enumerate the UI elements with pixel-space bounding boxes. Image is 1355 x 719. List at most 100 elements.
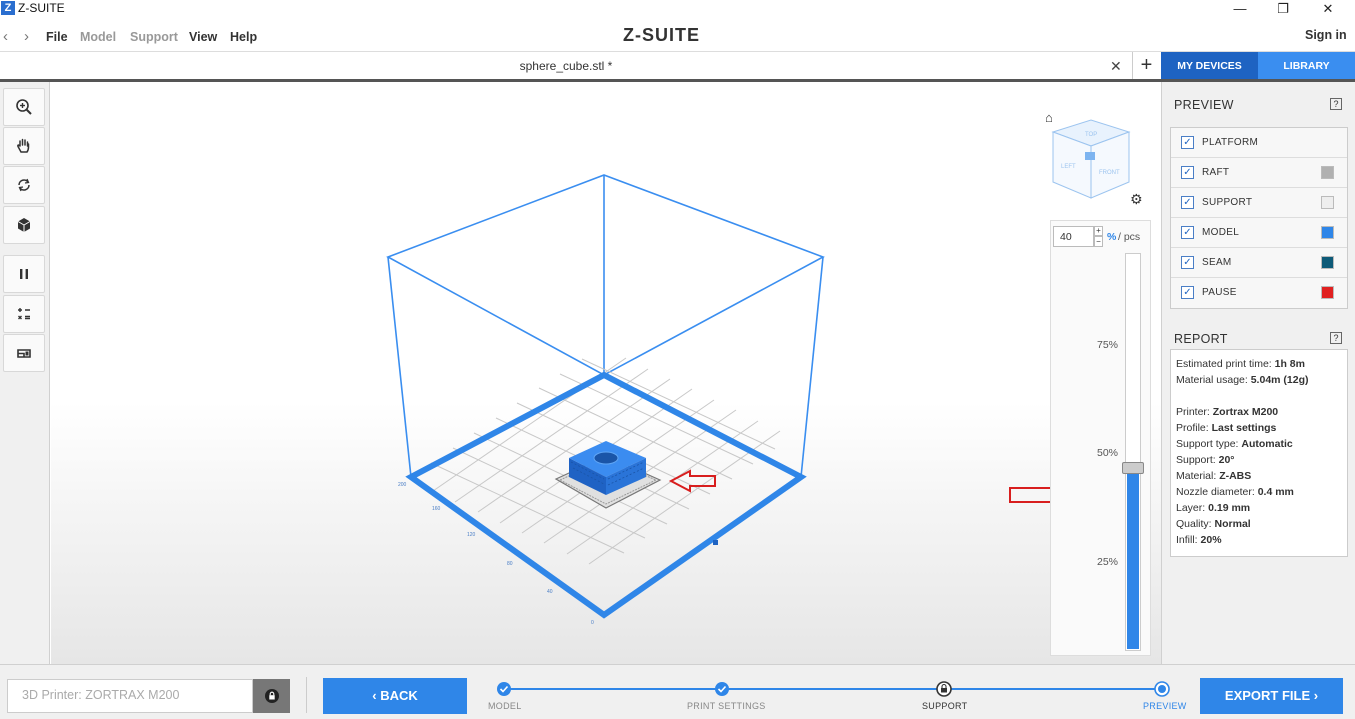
- calculator-tool[interactable]: [3, 295, 45, 333]
- layer-slider-handle[interactable]: [1122, 462, 1144, 474]
- report-box: Estimated print time: 1h 8m Material usa…: [1170, 349, 1348, 557]
- pan-hand-icon: [17, 138, 30, 153]
- preview-item-platform[interactable]: ✓ PLATFORM: [1171, 128, 1347, 158]
- maximize-button[interactable]: ❐: [1263, 0, 1303, 19]
- navigation-cube[interactable]: TOP LEFT FRONT: [1047, 116, 1135, 202]
- report-line: Layer: 0.19 mm: [1176, 502, 1251, 514]
- pause-tool[interactable]: [3, 255, 45, 293]
- report-line: Support type: Automatic: [1176, 438, 1293, 450]
- settings-gear-icon[interactable]: ⚙: [1130, 191, 1143, 208]
- pan-tool[interactable]: [3, 127, 45, 165]
- step-model-icon[interactable]: [497, 682, 511, 696]
- platform-marker: [713, 540, 718, 545]
- view-tool[interactable]: [3, 206, 45, 244]
- unit-pcs-toggle[interactable]: / pcs: [1118, 231, 1140, 243]
- checkbox-raft[interactable]: ✓: [1181, 166, 1194, 179]
- brand-logo: Z-SUITE: [623, 25, 700, 45]
- unit-percent-toggle[interactable]: %: [1107, 231, 1116, 243]
- app-logo: Z: [1, 1, 15, 15]
- menu-help[interactable]: Help: [230, 30, 257, 44]
- library-button[interactable]: LIBRARY: [1258, 52, 1355, 79]
- rotate-icon: [18, 178, 30, 192]
- axis-label: 40: [547, 589, 553, 595]
- cube-face-top: TOP: [1085, 132, 1097, 138]
- step-print-settings-icon[interactable]: [715, 682, 729, 696]
- report-line: Infill: 20%: [1176, 534, 1222, 546]
- divider: [306, 677, 307, 713]
- report-line: Estimated print time: 1h 8m: [1176, 358, 1305, 370]
- report-title: REPORT: [1174, 332, 1228, 346]
- step-label-support[interactable]: SUPPORT: [922, 701, 967, 711]
- menu-view[interactable]: View: [189, 30, 217, 44]
- back-arrow-icon[interactable]: ‹: [3, 28, 8, 45]
- checkbox-pause[interactable]: ✓: [1181, 286, 1194, 299]
- layer-slider-track[interactable]: [1122, 253, 1144, 651]
- my-devices-button[interactable]: MY DEVICES: [1161, 52, 1258, 79]
- pause-icon: [20, 269, 28, 279]
- export-label: EXPORT FILE: [1224, 688, 1311, 703]
- support-color-swatch[interactable]: [1321, 196, 1334, 209]
- seam-color-swatch[interactable]: [1321, 256, 1334, 269]
- close-window-button[interactable]: ✕: [1308, 0, 1348, 19]
- pause-color-swatch[interactable]: [1321, 286, 1334, 299]
- step-label-print-settings[interactable]: PRINT SETTINGS: [687, 701, 766, 711]
- increment-button[interactable]: +: [1094, 226, 1103, 236]
- menu-file[interactable]: File: [46, 30, 68, 44]
- printer-select-field[interactable]: 3D Printer: ZORTRAX M200: [7, 679, 253, 713]
- preview-item-label: PAUSE: [1202, 287, 1237, 298]
- decrement-button[interactable]: −: [1094, 236, 1103, 247]
- tab-bar: sphere_cube.stl * ✕ + MY DEVICES LIBRARY: [0, 52, 1355, 82]
- checkbox-model[interactable]: ✓: [1181, 226, 1194, 239]
- report-help-icon[interactable]: ?: [1330, 332, 1342, 344]
- report-line: Profile: Last settings: [1176, 422, 1277, 434]
- back-button[interactable]: ‹ BACK: [323, 678, 467, 714]
- step-preview-current-icon[interactable]: [1154, 681, 1170, 697]
- add-tab-button[interactable]: +: [1132, 52, 1160, 79]
- lock-button[interactable]: [253, 679, 290, 713]
- 3d-viewport[interactable]: 200 160 120 80 40 0 ⌂ TOP LEFT FRONT ⚙ 4…: [51, 82, 1161, 664]
- zoom-tool[interactable]: [3, 88, 45, 126]
- checkbox-support[interactable]: ✓: [1181, 196, 1194, 209]
- menu-bar: ‹ › File Model Support View Help Z-SUITE…: [0, 22, 1355, 52]
- menu-model[interactable]: Model: [80, 30, 116, 44]
- cube-face-left: LEFT: [1061, 164, 1076, 170]
- step-label-model[interactable]: MODEL: [488, 701, 522, 711]
- preview-list: ✓ PLATFORM ✓ RAFT ✓ SUPPORT ✓ MODEL ✓ SE…: [1170, 127, 1348, 309]
- slider-tick-75: 75%: [1097, 339, 1119, 351]
- raft-color-swatch[interactable]: [1321, 166, 1334, 179]
- slider-tick-25: 25%: [1097, 556, 1119, 568]
- preview-help-icon[interactable]: ?: [1330, 98, 1342, 110]
- forward-arrow-icon[interactable]: ›: [24, 28, 29, 45]
- right-panel: PREVIEW ? ✓ PLATFORM ✓ RAFT ✓ SUPPORT ✓ …: [1161, 82, 1355, 664]
- preview-item-model[interactable]: ✓ MODEL: [1171, 218, 1347, 248]
- report-line: Material: Z-ABS: [1176, 470, 1252, 482]
- checkbox-seam[interactable]: ✓: [1181, 256, 1194, 269]
- export-file-button[interactable]: EXPORT FILE ›: [1200, 678, 1343, 714]
- rotate-tool[interactable]: [3, 166, 45, 204]
- axis-label: 160: [432, 506, 441, 512]
- layer-value-input[interactable]: 40: [1053, 226, 1094, 247]
- preview-item-label: PLATFORM: [1202, 137, 1259, 148]
- signin-link[interactable]: Sign in: [1305, 28, 1347, 42]
- tab-close-icon[interactable]: ✕: [1110, 52, 1122, 80]
- model-color-swatch[interactable]: [1321, 226, 1334, 239]
- menu-support[interactable]: Support: [130, 30, 178, 44]
- axis-label: 0: [591, 620, 594, 626]
- cube-face-front: FRONT: [1099, 170, 1120, 176]
- minimize-button[interactable]: —: [1220, 0, 1260, 19]
- back-label: BACK: [380, 688, 418, 703]
- step-support-lock-icon[interactable]: [936, 681, 952, 697]
- preview-item-seam[interactable]: ✓ SEAM: [1171, 248, 1347, 278]
- preview-item-pause[interactable]: ✓ PAUSE: [1171, 278, 1347, 308]
- view-cube-icon: [17, 218, 31, 232]
- preview-item-raft[interactable]: ✓ RAFT: [1171, 158, 1347, 188]
- app-title: Z-SUITE: [18, 1, 65, 15]
- report-line: Nozzle diameter: 0.4 mm: [1176, 486, 1294, 498]
- preview-item-label: SEAM: [1202, 257, 1232, 268]
- tab-file[interactable]: sphere_cube.stl *: [0, 52, 1132, 79]
- preview-item-support[interactable]: ✓ SUPPORT: [1171, 188, 1347, 218]
- layers-tool[interactable]: [3, 334, 45, 372]
- checkbox-platform[interactable]: ✓: [1181, 136, 1194, 149]
- axis-label: 80: [507, 561, 513, 567]
- step-label-preview[interactable]: PREVIEW: [1143, 701, 1187, 711]
